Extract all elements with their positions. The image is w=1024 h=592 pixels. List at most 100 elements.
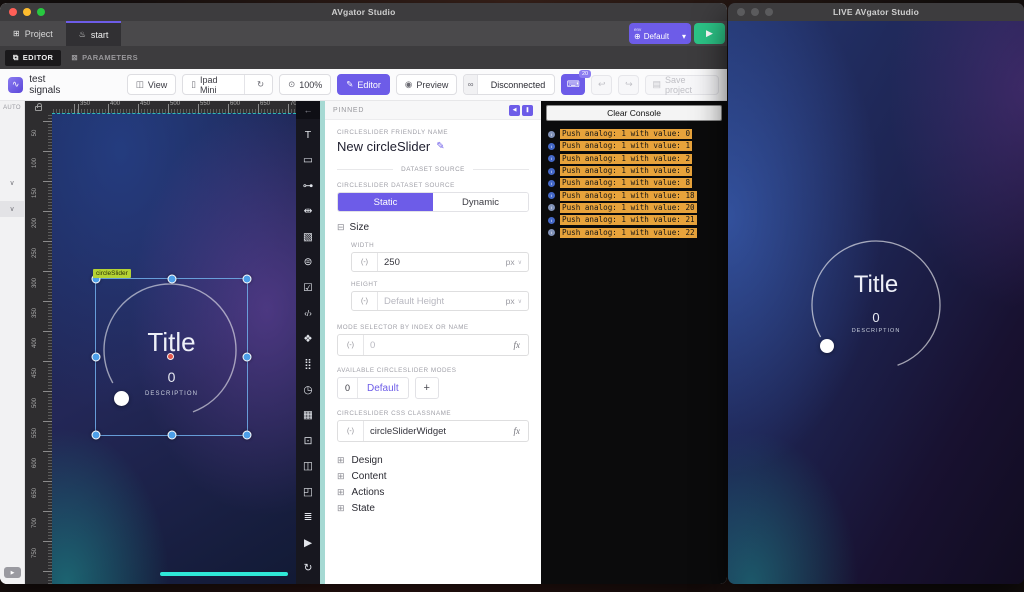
- checkbox-widget-icon[interactable]: ☑: [296, 275, 320, 301]
- calendar-widget-icon[interactable]: ▦: [296, 403, 320, 429]
- zoom-window-button[interactable]: [37, 8, 45, 16]
- editor-main: AUTO ∨ ∨ ▶ 350400450500550600650700: [0, 101, 727, 584]
- code-widget-icon[interactable]: ‹/›: [296, 301, 320, 327]
- css-classname-label: CIRCLESLIDER CSS CLASSNAME: [337, 410, 529, 417]
- selection-box[interactable]: [95, 278, 248, 436]
- environment-dropdown[interactable]: env ⊕ Default ▾: [629, 23, 691, 44]
- tab-start[interactable]: ♨ start: [66, 21, 122, 46]
- horizontal-scrollbar[interactable]: [160, 572, 288, 576]
- resize-handle-se[interactable]: [243, 431, 252, 440]
- expand-icon: ⊞: [337, 455, 345, 466]
- resize-handle-n[interactable]: [167, 275, 176, 284]
- resize-handle-w[interactable]: [92, 353, 101, 362]
- launch-live-button[interactable]: ▶: [694, 23, 725, 44]
- tree-expander-selected[interactable]: ∨: [0, 201, 24, 217]
- mode-chip[interactable]: 0 Default: [337, 377, 409, 399]
- add-mode-button[interactable]: +: [415, 377, 439, 399]
- help-video-button[interactable]: ▶: [4, 567, 21, 578]
- project-tabbar: ⊞ Project ♨ start env ⊕ Default ▾ ▶: [0, 21, 727, 46]
- modes-row: 0 Default +: [337, 377, 529, 399]
- rotate-device-button[interactable]: ↻: [249, 75, 272, 94]
- fx-button[interactable]: fx: [506, 340, 529, 350]
- zoom-control[interactable]: ⊙ 100%: [279, 74, 331, 95]
- binding-icon[interactable]: (-): [352, 292, 378, 310]
- view-button[interactable]: ◫ View: [127, 74, 176, 95]
- toggle-widget-icon[interactable]: ⊜: [296, 250, 320, 276]
- design-canvas[interactable]: circleSlider Title 0 DESCRIPTION: [52, 113, 296, 584]
- inspector-panel: PINNED ◀ ❚ CIRCLESLIDER FRIENDLY NAME Ne…: [325, 101, 541, 584]
- connection-status-button[interactable]: ∞ Disconnected: [463, 74, 555, 95]
- console-log-row: i Push analog: 1 with value: 21: [546, 214, 722, 226]
- zoom-window-button[interactable]: [765, 8, 773, 16]
- video-player-widget-icon[interactable]: ⊡: [296, 428, 320, 454]
- collapse-panel-icon[interactable]: ◀: [509, 105, 520, 116]
- collapsed-section-row[interactable]: ⊞ Actions: [337, 484, 529, 500]
- collapsed-section-row[interactable]: ⊞ Design: [337, 452, 529, 468]
- button-bar-widget-icon[interactable]: ◫: [296, 454, 320, 480]
- collapse-toolbar-button[interactable]: ←: [296, 101, 320, 119]
- resize-handle-ne[interactable]: [243, 275, 252, 284]
- collapsed-section-row[interactable]: ⊞ Content: [337, 468, 529, 484]
- redo-button[interactable]: ↪: [618, 75, 639, 95]
- editor-window: AVgator Studio ⊞ Project ♨ start env ⊕ D…: [0, 3, 727, 584]
- device-selector[interactable]: ▯ Ipad Mini ↻: [182, 74, 273, 95]
- width-input[interactable]: [378, 257, 506, 268]
- resize-handle-e[interactable]: [243, 353, 252, 362]
- info-icon: i: [548, 192, 555, 199]
- resize-handle-sw[interactable]: [92, 431, 101, 440]
- undo-button[interactable]: ↩: [591, 75, 612, 95]
- fx-button[interactable]: fx: [506, 426, 529, 436]
- preview-mode-label: Preview: [416, 80, 448, 90]
- close-window-button[interactable]: [9, 8, 17, 16]
- static-option[interactable]: Static: [338, 193, 433, 211]
- tab-project[interactable]: ⊞ Project: [0, 21, 66, 46]
- minimize-window-button[interactable]: [751, 8, 759, 16]
- inspector-header: PINNED ◀ ❚: [325, 101, 541, 120]
- edit-name-icon[interactable]: ✎: [436, 141, 444, 152]
- keypad-widget-icon[interactable]: ⣿: [296, 352, 320, 378]
- pin-panel-icon[interactable]: ❚: [522, 105, 533, 116]
- list-widget-icon[interactable]: ≣: [296, 505, 320, 531]
- slider-knob[interactable]: [820, 339, 834, 353]
- range-slider-widget-icon[interactable]: ⇹: [296, 199, 320, 225]
- close-window-button[interactable]: [737, 8, 745, 16]
- ruler-corner[interactable]: [25, 101, 52, 113]
- button-widget-icon[interactable]: ▭: [296, 148, 320, 174]
- clock-widget-icon[interactable]: ◷: [296, 377, 320, 403]
- minimize-window-button[interactable]: [23, 8, 31, 16]
- clear-console-button[interactable]: Clear Console: [546, 105, 722, 121]
- size-section-header[interactable]: ⊟ Size: [337, 222, 529, 233]
- slider-widget-icon[interactable]: ⊶: [296, 173, 320, 199]
- image-widget-icon[interactable]: ▧: [296, 224, 320, 250]
- refresh-widget-icon[interactable]: ↻: [296, 556, 320, 582]
- height-unit-select[interactable]: px ∨: [506, 296, 528, 306]
- ruler-number: 700: [288, 101, 296, 107]
- pencil-icon: ✎: [346, 79, 353, 90]
- binding-icon[interactable]: (-): [338, 421, 364, 441]
- console-toggle-button[interactable]: ⌨ 20: [561, 74, 585, 95]
- binding-icon[interactable]: (-): [338, 335, 364, 355]
- console-log-row: i Push analog: 1 with value: 22: [546, 226, 722, 238]
- text-widget-icon[interactable]: T: [296, 122, 320, 148]
- gamepad-widget-icon[interactable]: ❖: [296, 326, 320, 352]
- dynamic-option[interactable]: Dynamic: [433, 193, 528, 211]
- console-log-row: i Push analog: 1 with value: 1: [546, 140, 722, 152]
- resize-handle-s[interactable]: [167, 431, 176, 440]
- preview-mode-button[interactable]: ◉ Preview: [396, 74, 457, 95]
- media-widget-icon[interactable]: ▶: [296, 530, 320, 556]
- mode-selector-input[interactable]: [364, 340, 506, 351]
- width-unit-select[interactable]: px ∨: [506, 257, 528, 267]
- editor-mode-button[interactable]: ✎ Editor: [337, 74, 390, 95]
- dataset-source-toggle: Static Dynamic: [337, 192, 529, 212]
- layout-widget-icon[interactable]: ◰: [296, 479, 320, 505]
- window-title: AVgator Studio: [331, 7, 395, 17]
- height-input[interactable]: [378, 296, 506, 307]
- save-project-button[interactable]: ▤ Save project: [645, 75, 719, 95]
- widgets-toolbar: ← T ▭ ⊶ ⇹ ▧ ⊜ ☑ ‹/› ❖ ⣿ ◷ ▦ ⊡ ◫ ◰ ≣ ▶ ↻: [296, 101, 320, 584]
- binding-icon[interactable]: (-): [352, 253, 378, 271]
- subtab-editor[interactable]: ⧉ EDITOR: [5, 50, 61, 66]
- tree-expander[interactable]: ∨: [0, 175, 24, 191]
- collapsed-section-row[interactable]: ⊞ State: [337, 500, 529, 516]
- subtab-parameters[interactable]: ⊠ PARAMETERS: [71, 53, 138, 62]
- classname-input[interactable]: [364, 426, 506, 437]
